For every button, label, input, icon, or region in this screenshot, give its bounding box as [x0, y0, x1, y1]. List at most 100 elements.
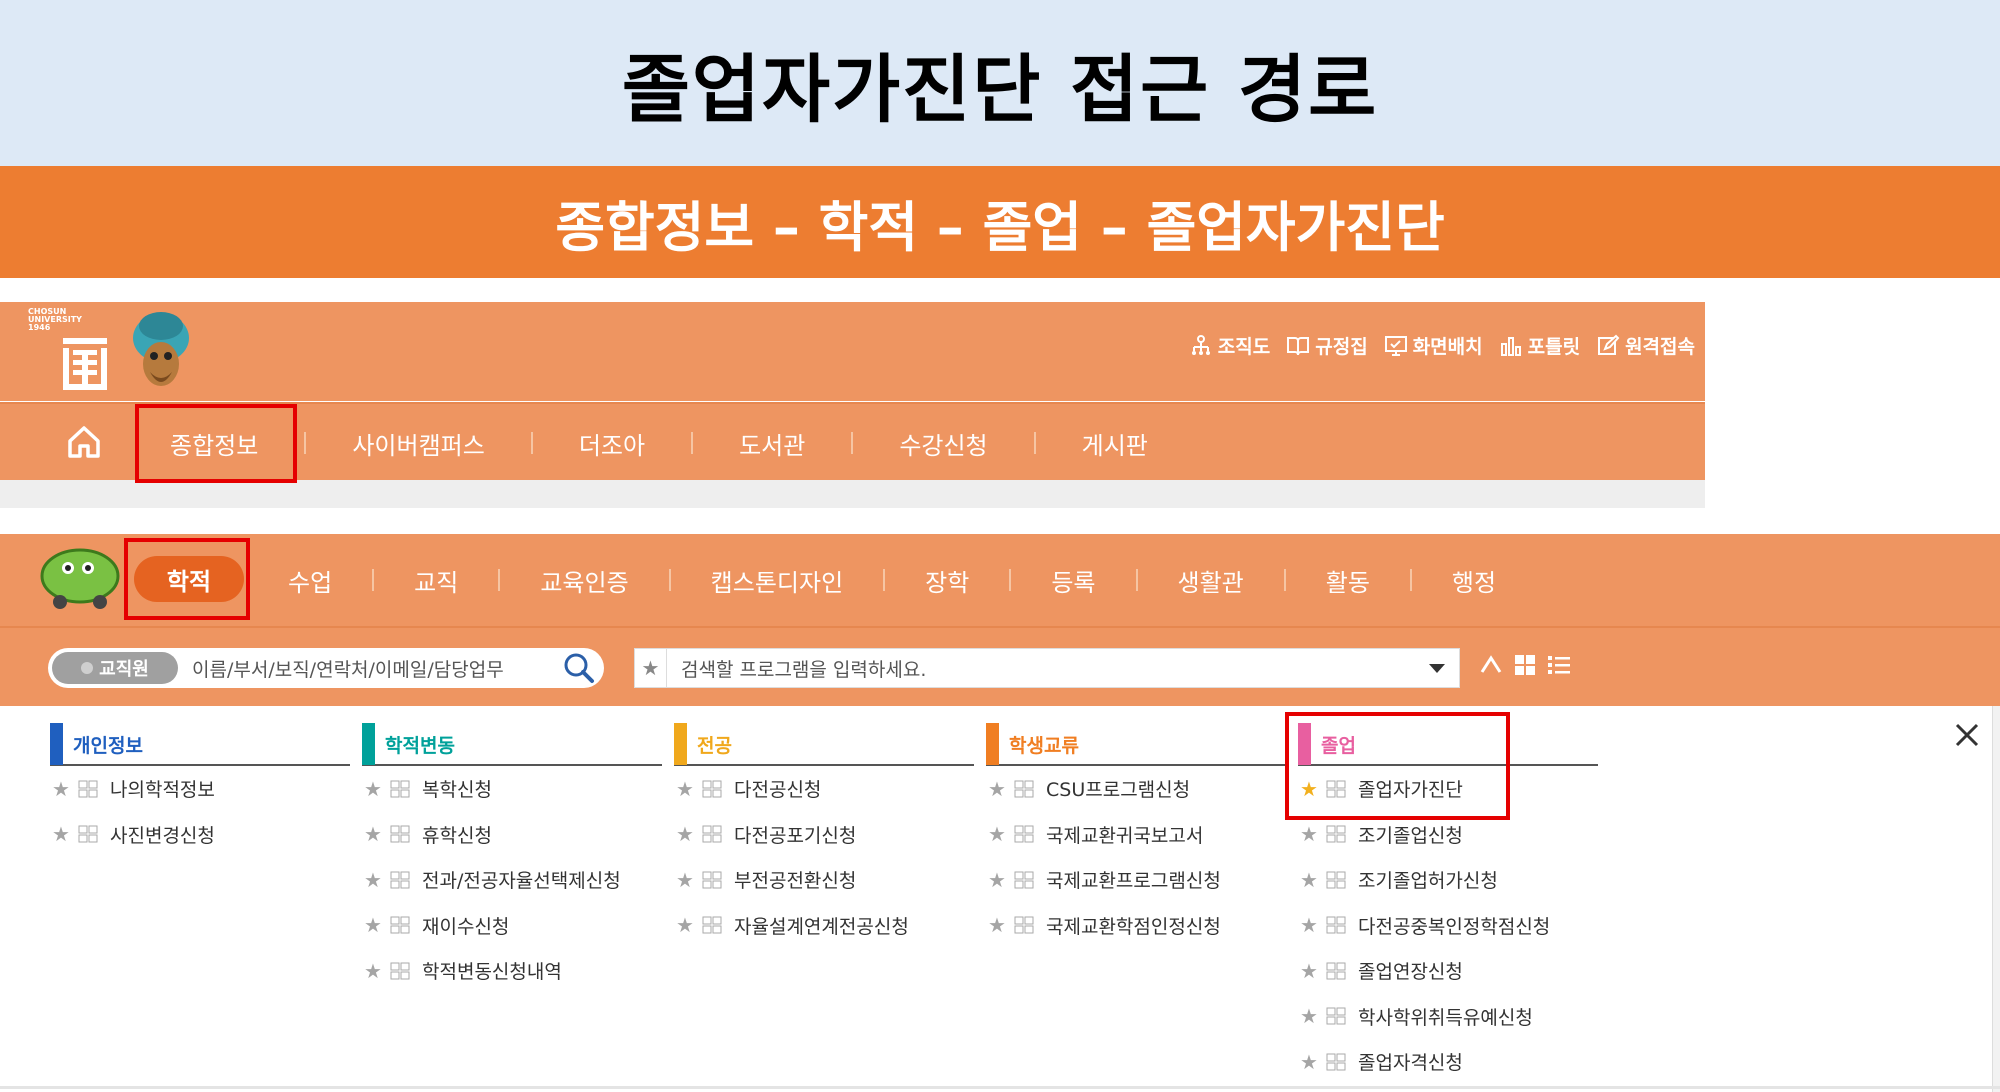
- star-icon[interactable]: ★: [1300, 1050, 1326, 1074]
- menu-item[interactable]: ★ 학적변동신청내역: [362, 948, 662, 994]
- grid-icon: [390, 825, 410, 843]
- star-icon[interactable]: ★: [988, 913, 1014, 937]
- menu-item[interactable]: ★ 나의학적정보: [50, 766, 350, 812]
- grid-icon: [1326, 1053, 1346, 1071]
- collapse-icon[interactable]: [1478, 652, 1504, 678]
- staff-toggle[interactable]: 교직원: [52, 652, 178, 684]
- favorite-star-icon[interactable]: ★: [635, 649, 667, 687]
- star-icon[interactable]: ★: [364, 822, 390, 846]
- star-icon[interactable]: ★: [988, 868, 1014, 892]
- nav-separator: [372, 569, 375, 591]
- menu-item[interactable]: ★ 국제교환프로그램신청: [986, 857, 1286, 903]
- rulebook-link[interactable]: 규정집: [1286, 332, 1368, 359]
- nav-library[interactable]: 도서관: [739, 426, 805, 461]
- menu-item[interactable]: ★ 부전공전환신청: [674, 857, 974, 903]
- page-title: 졸업자가진단 접근 경로: [621, 46, 1379, 133]
- tab-classes[interactable]: 수업: [288, 563, 332, 598]
- column-header: 전공: [674, 723, 974, 766]
- star-icon[interactable]: ★: [988, 822, 1014, 846]
- star-icon[interactable]: ★: [676, 913, 702, 937]
- menu-item[interactable]: ★ 사진변경신청: [50, 812, 350, 858]
- scrollbar[interactable]: [1992, 706, 2000, 1092]
- tab-dormitory[interactable]: 생활관: [1178, 563, 1244, 598]
- star-icon[interactable]: ★: [1300, 822, 1326, 846]
- star-icon[interactable]: ★: [676, 777, 702, 801]
- people-search-placeholder: 이름/부서/보직/연락처/이메일/담당업무: [192, 658, 504, 681]
- menu-item[interactable]: ★ 졸업연장신청: [1298, 948, 1598, 994]
- menu-item-label: 다전공포기신청: [734, 824, 857, 847]
- grid-icon: [78, 825, 98, 843]
- menu-item[interactable]: ★ 국제교환귀국보고서: [986, 812, 1286, 858]
- portlet-link[interactable]: 포틀릿: [1499, 332, 1580, 359]
- nav-thejoa[interactable]: 더조아: [579, 426, 645, 461]
- column-color-bar: [986, 723, 999, 765]
- program-search-field[interactable]: ★ 검색할 프로그램을 입력하세요.: [634, 648, 1460, 688]
- column-title: 학적변동: [385, 734, 455, 757]
- toggle-dot: [81, 662, 94, 674]
- portal-top-bar: CHOSUN UNIVERSITY 1946 조직도 규정집 화면배치 포틀릿 …: [0, 302, 1705, 401]
- dropdown-caret-icon[interactable]: [1429, 663, 1445, 673]
- monitor-icon: [1384, 335, 1407, 356]
- star-icon[interactable]: ★: [1300, 868, 1326, 892]
- nav-separator: [691, 432, 694, 454]
- star-icon[interactable]: ★: [1300, 913, 1326, 937]
- nav-board[interactable]: 게시판: [1082, 426, 1148, 461]
- menu-item[interactable]: ★ CSU프로그램신청: [986, 766, 1286, 812]
- star-icon[interactable]: ★: [364, 777, 390, 801]
- star-icon[interactable]: ★: [988, 777, 1014, 801]
- org-chart-label: 조직도: [1217, 336, 1271, 358]
- grid-view-icon[interactable]: [1512, 652, 1538, 678]
- tab-education-certification[interactable]: 교육인증: [540, 563, 628, 598]
- star-icon[interactable]: ★: [52, 777, 78, 801]
- menu-item[interactable]: ★ 전과/전공자율선택제신청: [362, 857, 662, 903]
- menu-item[interactable]: ★ 자율설계연계전공신청: [674, 903, 974, 949]
- home-icon[interactable]: [64, 422, 104, 462]
- star-icon[interactable]: ★: [676, 868, 702, 892]
- star-icon[interactable]: ★: [1300, 959, 1326, 983]
- star-icon[interactable]: ★: [364, 959, 390, 983]
- divider: [0, 1086, 2000, 1089]
- menu-item[interactable]: ★ 졸업자격신청: [1298, 1039, 1598, 1085]
- menu-item[interactable]: ★ 조기졸업허가신청: [1298, 857, 1598, 903]
- utility-links: 조직도 규정집 화면배치 포틀릿 원격접속: [1189, 332, 1695, 359]
- tab-capstone-design[interactable]: 캡스톤디자인: [711, 563, 843, 598]
- tab-enrollment[interactable]: 등록: [1051, 563, 1095, 598]
- org-chart-link[interactable]: 조직도: [1189, 332, 1270, 359]
- close-icon[interactable]: [1954, 722, 1980, 748]
- nav-separator: [1283, 569, 1286, 591]
- menu-item[interactable]: ★ 국제교환학점인정신청: [986, 903, 1286, 949]
- menu-item[interactable]: ★ 휴학신청: [362, 812, 662, 858]
- tab-teaching[interactable]: 교직: [414, 563, 458, 598]
- nav-course-registration[interactable]: 수강신청: [899, 426, 987, 461]
- column-color-bar: [362, 723, 375, 765]
- nav-cyber-campus[interactable]: 사이버캠퍼스: [352, 426, 484, 461]
- star-icon[interactable]: ★: [676, 822, 702, 846]
- star-icon[interactable]: ★: [52, 822, 78, 846]
- university-logo-icon[interactable]: [60, 336, 110, 392]
- star-icon[interactable]: ★: [364, 868, 390, 892]
- menu-column-major: 전공 ★ 다전공신청 ★ 다전공포기신청 ★ 부전공전환신청 ★ 자율설계연계전공신청: [674, 723, 974, 949]
- grid-icon: [702, 825, 722, 843]
- search-icon[interactable]: [562, 651, 596, 685]
- grid-icon: [1014, 825, 1034, 843]
- grid-icon: [702, 780, 722, 798]
- menu-item[interactable]: ★ 복학신청: [362, 766, 662, 812]
- screen-layout-link[interactable]: 화면배치: [1384, 332, 1483, 359]
- menu-item-label: 휴학신청: [422, 824, 492, 847]
- menu-item[interactable]: ★ 다전공신청: [674, 766, 974, 812]
- column-title: 학생교류: [1009, 734, 1079, 757]
- menu-item[interactable]: ★ 다전공중복인정학점신청: [1298, 903, 1598, 949]
- list-view-icon[interactable]: [1546, 652, 1572, 678]
- menu-item[interactable]: ★ 다전공포기신청: [674, 812, 974, 858]
- bar-chart-icon: [1500, 336, 1521, 356]
- star-icon[interactable]: ★: [364, 913, 390, 937]
- remote-access-link[interactable]: 원격접속: [1596, 332, 1695, 359]
- tab-activities[interactable]: 활동: [1326, 563, 1370, 598]
- star-icon[interactable]: ★: [1300, 1004, 1326, 1028]
- remote-access-label: 원격접속: [1625, 336, 1695, 358]
- menu-item[interactable]: ★ 학사학위취득유예신청: [1298, 994, 1598, 1040]
- tab-administration[interactable]: 행정: [1452, 563, 1496, 598]
- tab-scholarship[interactable]: 장학: [925, 563, 969, 598]
- menu-item[interactable]: ★ 재이수신청: [362, 903, 662, 949]
- people-search-field[interactable]: 교직원 이름/부서/보직/연락처/이메일/담당업무: [48, 648, 604, 688]
